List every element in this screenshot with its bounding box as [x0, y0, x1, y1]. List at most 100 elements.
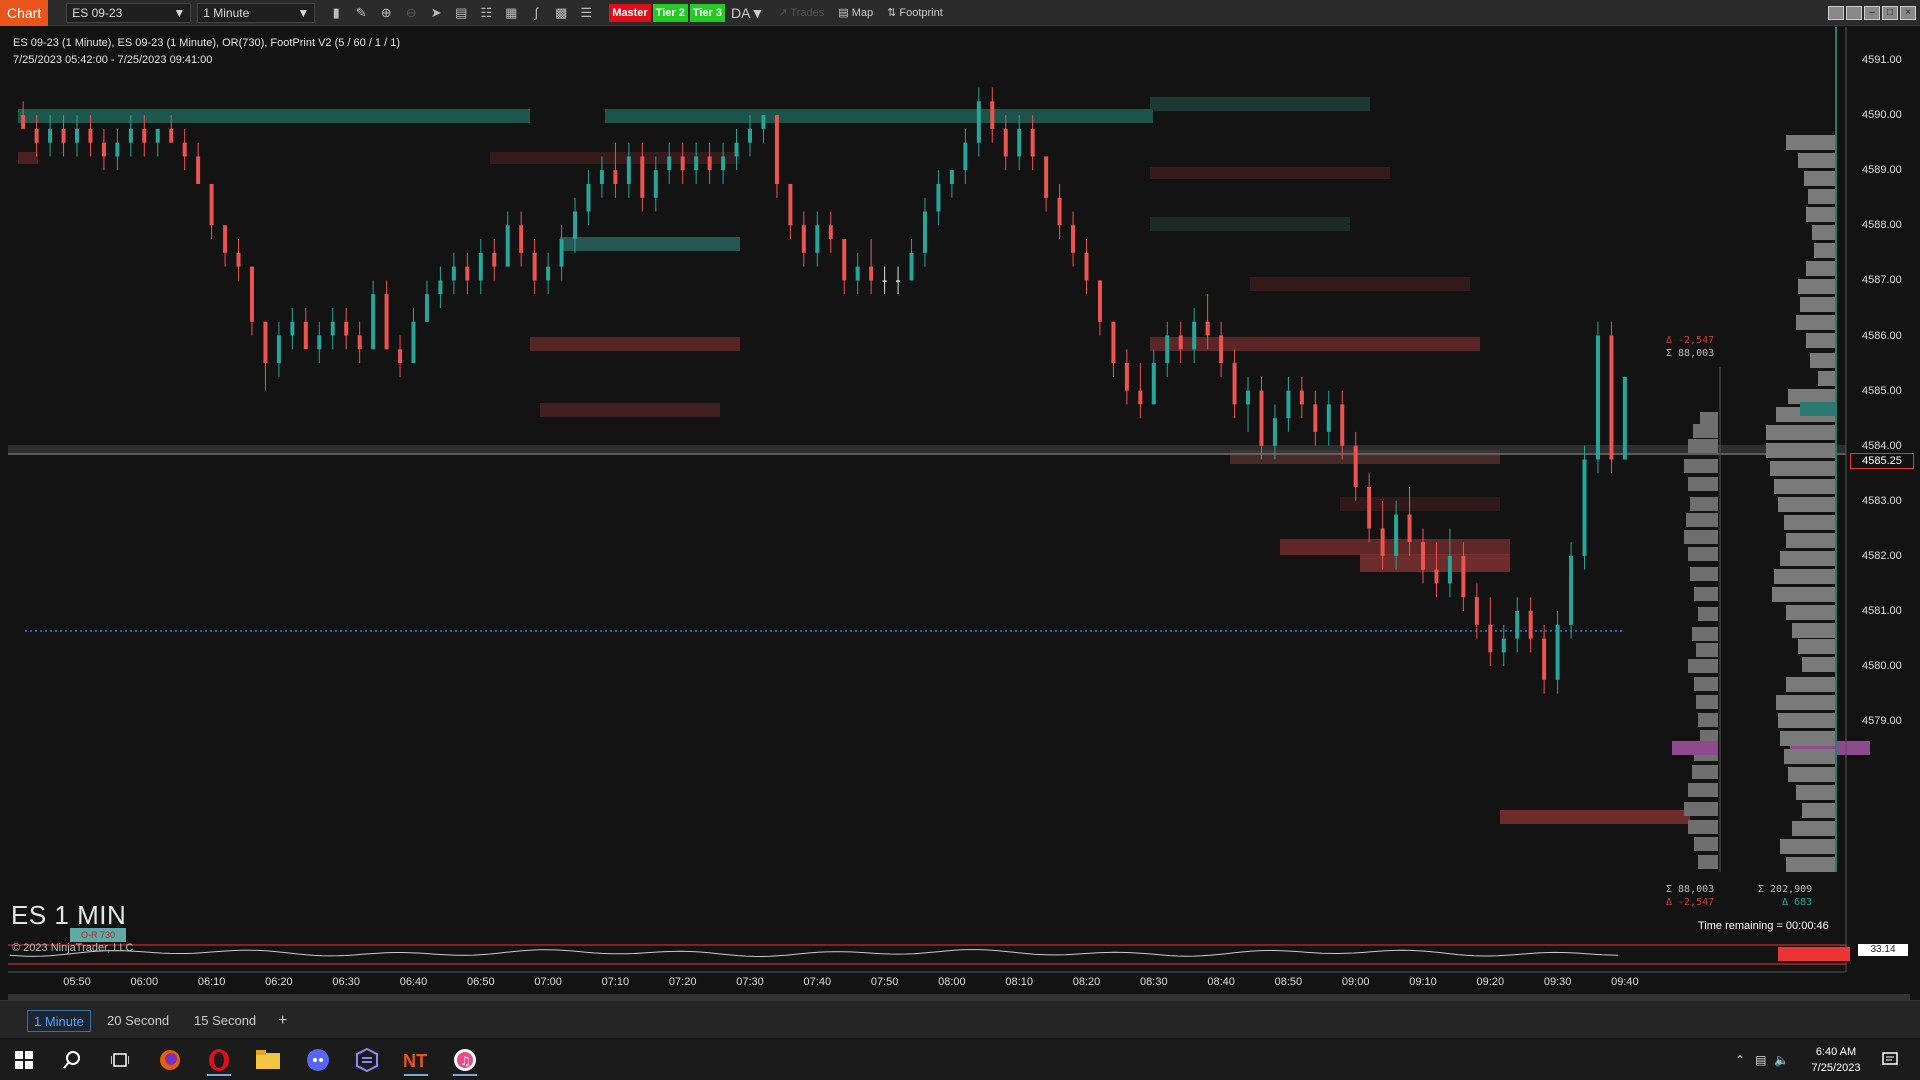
candle-body-32: [451, 266, 456, 281]
time-tick-label: 07:50: [870, 976, 899, 988]
vp-session-poc: [1672, 741, 1718, 755]
master-badge[interactable]: Master: [609, 3, 651, 22]
pointer-icon[interactable]: ➤: [425, 2, 447, 24]
candle-body-62: [855, 266, 860, 281]
map-button[interactable]: ▤ Map: [838, 6, 873, 19]
candle-body-54: [748, 128, 752, 143]
list-icon[interactable]: ☰: [575, 2, 597, 24]
da-dropdown[interactable]: DA▼: [731, 5, 764, 21]
price-tick-label: 4584.00: [1862, 439, 1902, 452]
tab-15-second[interactable]: 15 Second: [188, 1010, 262, 1032]
data-box-icon[interactable]: ▤: [450, 2, 472, 24]
indicators-icon[interactable]: ∫: [525, 2, 547, 24]
tier3-badge[interactable]: Tier 3: [689, 3, 726, 22]
task-view-icon[interactable]: [100, 1044, 140, 1076]
chart-tab-label[interactable]: Chart: [0, 0, 49, 26]
candle-body-104: [1421, 542, 1425, 570]
tab-20-second[interactable]: 20 Second: [101, 1010, 175, 1032]
candle-body-67: [922, 211, 927, 253]
discord-icon[interactable]: [298, 1044, 338, 1076]
windows-taskbar: NT ♫ ⌃ ▤ 🔈 6:40 AM 7/25/2023: [0, 1040, 1920, 1080]
volume-icon[interactable]: 🔈: [1774, 1053, 1789, 1067]
taskbar-clock[interactable]: 6:40 AM 7/25/2023: [1808, 1044, 1864, 1076]
restore-window-icon[interactable]: [1846, 5, 1862, 20]
footprint-button[interactable]: ⇅ Footprint: [887, 6, 943, 19]
candle-body-45: [626, 156, 631, 184]
file-explorer-icon[interactable]: [248, 1044, 288, 1076]
minimize-icon[interactable]: –: [1864, 5, 1880, 20]
time-tick-label: 09:20: [1476, 976, 1505, 988]
draw-pencil-icon[interactable]: ✎: [350, 2, 372, 24]
add-tab-button[interactable]: +: [272, 1010, 293, 1032]
windows-start-icon[interactable]: [4, 1044, 44, 1076]
firefox-icon[interactable]: [150, 1044, 190, 1076]
svg-text:♫: ♫: [460, 1054, 471, 1068]
candle-body-79: [1084, 252, 1089, 281]
chart-panel[interactable]: ES 09-23 (1 Minute), ES 09-23 (1 Minute)…: [0, 27, 1920, 1037]
templates-icon[interactable]: ▩: [550, 2, 572, 24]
candle-body-109: [1488, 624, 1493, 653]
vp-composite-bar-11: [1806, 333, 1836, 348]
candle-body-92: [1259, 390, 1264, 446]
time-tick-label: 06:30: [332, 976, 360, 988]
tab-1-minute[interactable]: 1 Minute: [27, 1010, 91, 1032]
time-tick-label: 07:10: [601, 976, 630, 988]
vp-session-bar-21: [1688, 783, 1718, 797]
interval-selector[interactable]: 1 Minute ▼: [197, 2, 316, 23]
time-tick-label: 08:20: [1072, 976, 1101, 988]
chart-properties-icon[interactable]: ☷: [475, 2, 497, 24]
tray-chevron-up-icon[interactable]: ⌃: [1735, 1053, 1745, 1067]
candle-body-12: [182, 142, 187, 157]
heatmap-band-16: [1340, 497, 1500, 511]
search-icon[interactable]: [52, 1044, 92, 1076]
zoom-in-icon[interactable]: ⊕: [375, 2, 397, 24]
instrument-selector[interactable]: ES 09-23 ▼: [66, 2, 192, 23]
candle-body-43: [599, 170, 604, 184]
price-chart[interactable]: [0, 27, 1920, 1000]
itunes-icon[interactable]: ♫: [445, 1044, 485, 1076]
vp-composite-bar-33: [1780, 731, 1836, 746]
vp-composite-bar-37: [1802, 803, 1836, 818]
time-tick-label: 07:30: [736, 976, 764, 988]
time-tick-label: 06:40: [399, 976, 428, 988]
opera-icon[interactable]: [199, 1044, 239, 1076]
vp-composite-bar-23: [1780, 551, 1836, 566]
vp-session-bar-3: [1684, 459, 1718, 473]
tier2-badge[interactable]: Tier 2: [652, 3, 688, 22]
notifications-icon[interactable]: [1870, 1044, 1910, 1076]
candle-body-117: [1595, 335, 1600, 460]
vp-session-bar-7: [1684, 530, 1718, 544]
bar-type-icon[interactable]: ▮: [325, 2, 347, 24]
time-tick-label: 09:40: [1611, 976, 1639, 988]
vp-composite-bar-3: [1808, 189, 1836, 204]
candle-body-26: [371, 294, 376, 350]
vp-session-bar-17: [1698, 713, 1718, 727]
candle-body-52: [721, 156, 726, 171]
app-hexagon-icon[interactable]: [347, 1044, 387, 1076]
maximize-icon[interactable]: □: [1882, 5, 1898, 20]
network-icon[interactable]: ▤: [1755, 1053, 1766, 1067]
system-tray: ⌃ ▤ 🔈: [1735, 1040, 1789, 1080]
zoom-out-icon[interactable]: ⊖: [400, 2, 422, 24]
candle-body-103: [1407, 514, 1412, 543]
trades-button[interactable]: ↗ Trades: [778, 6, 824, 19]
heatmap-band-13: [1500, 810, 1690, 824]
candle-body-59: [815, 225, 820, 253]
instrument-value: ES 09-23: [72, 5, 123, 20]
candle-body-113: [1542, 638, 1547, 680]
candle-body-107: [1461, 555, 1466, 598]
time-tick-label: 07:40: [803, 976, 832, 988]
vp-composite-bar-19: [1774, 479, 1836, 494]
vp-composite-bar-8: [1798, 279, 1836, 294]
candle-body-110: [1501, 638, 1506, 653]
candle-body-111: [1515, 611, 1520, 639]
candle-body-99: [1353, 445, 1358, 488]
strategies-icon[interactable]: ▦: [500, 2, 522, 24]
close-icon[interactable]: ×: [1900, 5, 1916, 20]
candle-body-118: [1609, 335, 1614, 460]
candle-body-66: [909, 252, 914, 281]
candle-body-10: [155, 128, 160, 143]
tile-window-icon[interactable]: [1828, 5, 1844, 20]
candle-body-20: [290, 321, 295, 336]
ninjatrader-icon[interactable]: NT: [396, 1044, 436, 1076]
